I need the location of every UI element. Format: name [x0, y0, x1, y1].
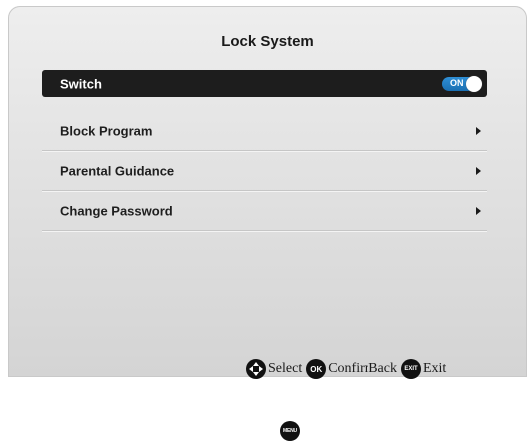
chevron-right-icon — [476, 126, 481, 135]
menu-item-label: Switch — [60, 76, 102, 91]
hint-exit-label: Exit — [422, 361, 447, 376]
hint-confirm: OK Confirm — [306, 359, 368, 379]
hint-confirm-label: Confirm — [328, 361, 368, 376]
menu-button-icon: MENU — [280, 421, 300, 441]
menu-item-change-password[interactable]: Change Password — [42, 191, 487, 231]
hint-select-label: Select — [268, 361, 303, 376]
menu-item-label: Parental Guidance — [60, 163, 175, 178]
chevron-right-icon — [476, 166, 481, 175]
menu-item-block-program[interactable]: Block Program — [42, 111, 487, 151]
hint-back: MENU Back — [280, 361, 401, 441]
hint-select: Select — [246, 359, 306, 379]
ok-button-icon: OK — [306, 359, 327, 379]
lock-menu: Switch ON Block Program Parental Guidanc… — [42, 70, 487, 231]
hint-exit: EXIT Exit — [400, 359, 450, 379]
footer-hints: Select OK Confirm MENU Back EXIT Exit — [246, 357, 450, 441]
lock-system-panel: Lock System Switch ON Block Program Pare… — [8, 6, 527, 441]
dpad-icon — [246, 359, 266, 379]
toggle-state-label: ON — [450, 77, 464, 88]
exit-button-icon: EXIT — [400, 359, 421, 379]
switch-toggle[interactable]: ON — [442, 75, 482, 92]
menu-item-label: Block Program — [60, 123, 153, 138]
menu-item-switch[interactable]: Switch ON — [42, 70, 487, 97]
toggle-knob — [466, 75, 482, 92]
hint-back-label: Back — [368, 361, 397, 376]
page-title: Lock System — [221, 33, 314, 50]
menu-item-label: Change Password — [60, 203, 173, 218]
chevron-right-icon — [476, 206, 481, 215]
menu-item-parental-guidance[interactable]: Parental Guidance — [42, 151, 487, 191]
